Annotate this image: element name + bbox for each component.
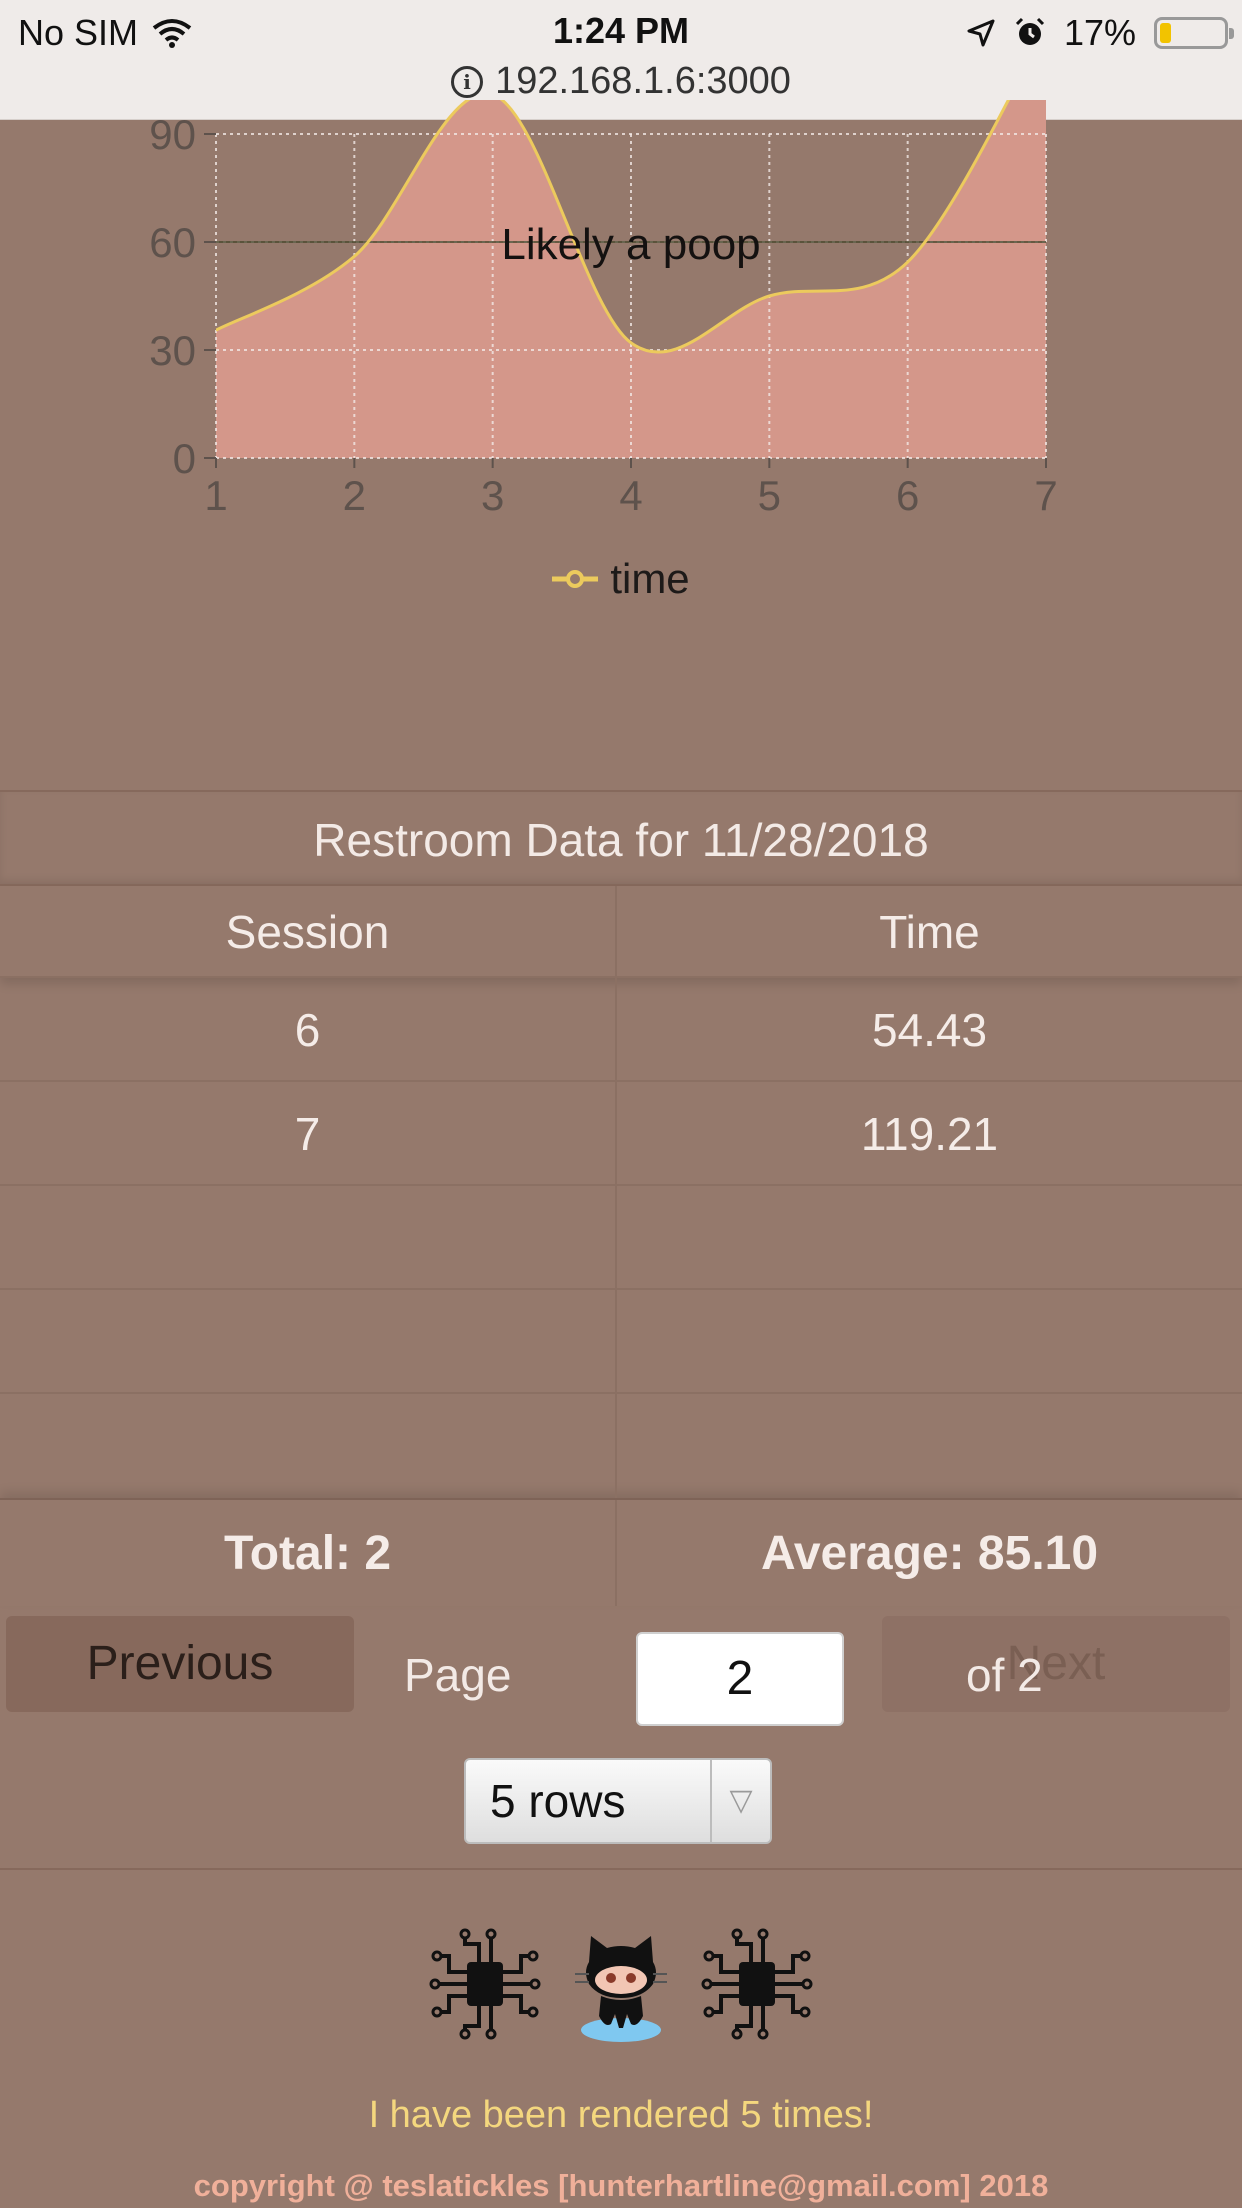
reference-line-label: Likely a poop [501,220,760,269]
empty-cell [617,1394,1242,1498]
total-summary: Total: 2 [0,1500,617,1606]
page-total-label: of 2 [966,1649,1043,1701]
url-bar[interactable]: i 192.168.1.6:3000 [0,60,1242,103]
page-number-input[interactable]: 2 [636,1632,844,1726]
y-tick-label: 90 [149,111,196,158]
x-tick-label: 4 [619,472,642,519]
y-tick-label: 60 [149,219,196,266]
rows-per-page-select[interactable]: 5 rows ▽ [464,1758,772,1844]
x-tick-label: 5 [758,472,781,519]
table-caption: Restroom Data for 11/28/2018 [0,790,1242,886]
time-cell: 54.43 [871,1004,988,1056]
table-row-empty [0,1290,1242,1394]
time-cell: 119.21 [860,1108,999,1160]
x-tick-label: 6 [896,472,919,519]
empty-cell [0,1290,617,1392]
copyright-text: copyright @ teslatickles [hunterhartline… [193,2168,1049,2203]
pagination: Previous Page 2 Next of 2 5 rows ▽ [0,1608,1242,1870]
table-row-empty [0,1186,1242,1290]
octocat-icon [575,1936,667,2042]
location-arrow-icon [967,19,995,47]
table-header-row: Session Time [0,886,1242,978]
legend-label: time [610,555,690,602]
table-row: 7 119.21 [0,1082,1242,1186]
y-tick-label: 30 [149,327,196,374]
legend-line-marker-icon [552,570,599,588]
battery-percent: 17% [1063,12,1136,53]
x-tick-label: 3 [481,472,504,519]
footer-logos [0,1924,1242,2044]
render-count-text: I have been rendered 5 times! [368,2094,874,2136]
next-button[interactable]: Next [882,1616,1230,1712]
table-row-empty [0,1394,1242,1498]
chevron-down-icon[interactable]: ▽ [710,1760,770,1842]
browser-top-bar: No SIM 1:24 PM 17% i 192.168.1.6:3000 [0,0,1242,120]
average-summary: Average: 85.10 [760,1527,1099,1580]
url-text[interactable]: 192.168.1.6:3000 [495,60,791,103]
empty-cell [0,1394,617,1498]
info-icon[interactable]: i [451,65,484,98]
circuit-chip-icon [701,1928,813,2040]
chart-svg: 0 30 60 90 1 2 3 4 5 6 7 Likely a poop [149,100,1058,519]
session-chart: 0 30 60 90 1 2 3 4 5 6 7 Likely a poop time [0,100,1242,790]
status-right: 17% [966,12,1234,54]
session-cell: 6 [0,978,617,1080]
session-cell: 7 [0,1082,617,1184]
chart-legend[interactable]: time [0,555,1242,603]
empty-cell [617,1186,1242,1288]
restroom-table: Restroom Data for 11/28/2018 Session Tim… [0,790,1242,1606]
x-tick-label: 2 [343,472,366,519]
circuit-chip-icon [429,1928,541,2040]
y-tick-label: 0 [173,435,196,482]
table-footer-row: Total: 2 Average: 85.10 [0,1498,1242,1606]
battery-icon [1154,17,1234,49]
previous-button[interactable]: Previous [6,1616,354,1712]
empty-cell [0,1186,617,1288]
x-tick-label: 7 [1034,472,1057,519]
empty-cell [617,1290,1242,1392]
alarm-icon [1015,17,1044,45]
column-header-time[interactable]: Time [617,886,1242,976]
page-label: Page [404,1649,512,1701]
x-tick-label: 1 [204,472,227,519]
column-header-session[interactable]: Session [0,886,617,976]
rows-per-page-value: 5 rows [490,1775,626,1827]
table-row: 6 54.43 [0,978,1242,1082]
